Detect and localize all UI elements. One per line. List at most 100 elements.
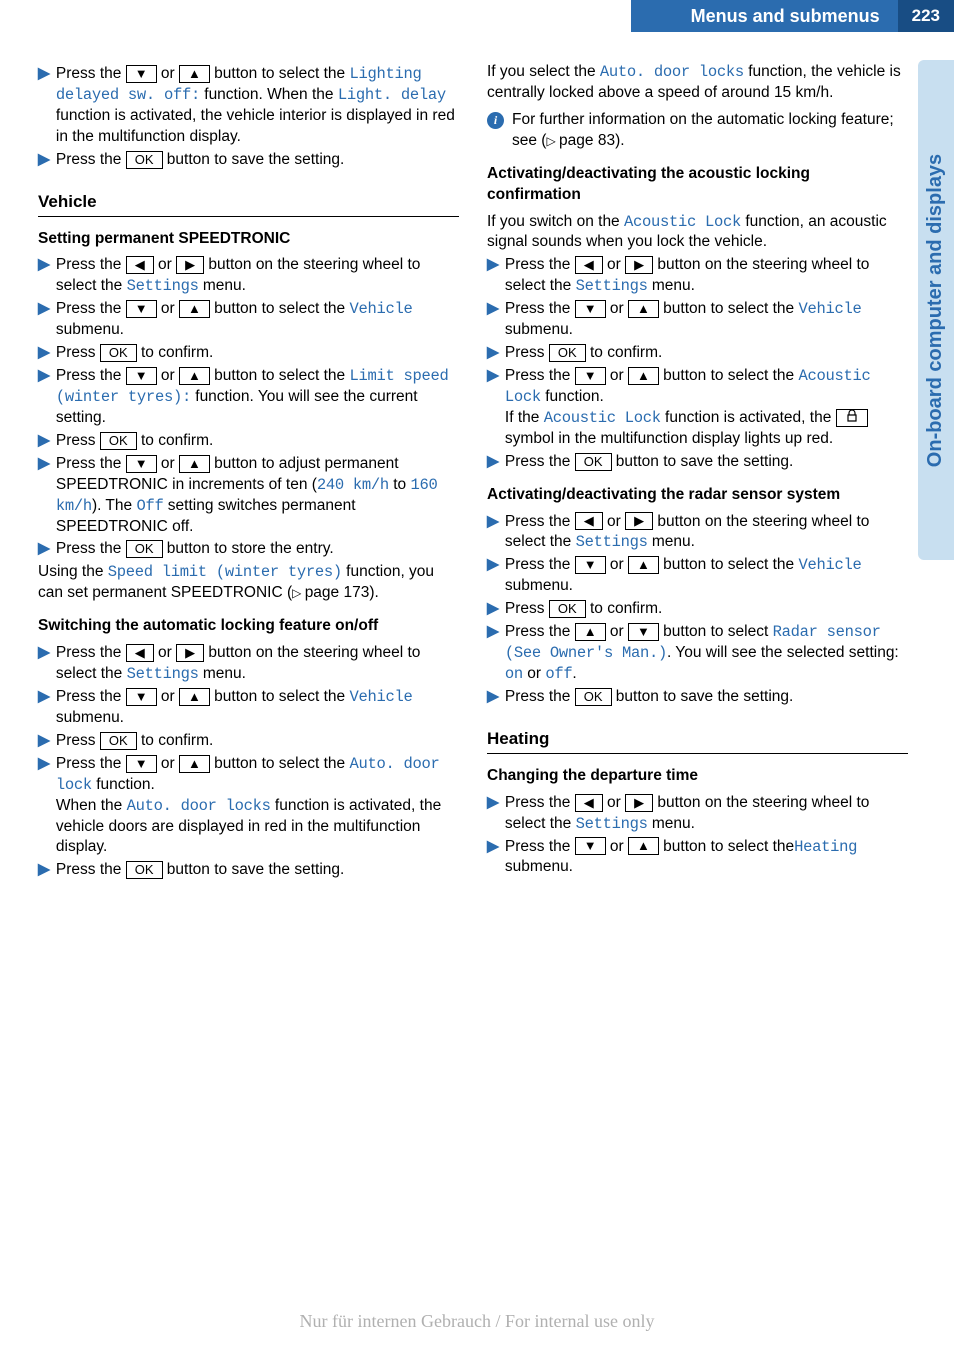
menu-reference: Settings [127, 277, 199, 295]
ok-button-icon: OK [126, 151, 163, 169]
paragraph: Using the Speed limit (winter tyres) fun… [38, 562, 459, 604]
triangle-ref-icon: ▷ [292, 586, 305, 600]
value-reference: off [545, 665, 572, 683]
step-marker-icon: ▶ [487, 622, 499, 685]
ok-button-icon: OK [100, 432, 137, 450]
step-marker-icon: ▶ [487, 555, 499, 597]
down-button-icon: ▼ [575, 556, 606, 574]
subsection-heading: Setting permanent SPEEDTRONIC [38, 229, 459, 250]
down-button-icon: ▼ [628, 623, 659, 641]
instruction-step: ▶ Press the ▼ or ▲ button to adjust perm… [38, 454, 459, 538]
value-reference: Off [136, 497, 163, 515]
step-marker-icon: ▶ [38, 754, 50, 859]
subsection-heading: Changing the departure time [487, 766, 908, 787]
step-marker-icon: ▶ [38, 64, 50, 148]
step-marker-icon: ▶ [38, 539, 50, 560]
up-button-icon: ▲ [628, 837, 659, 855]
subsection-heading: Activating/deactivating the acoustic loc… [487, 164, 908, 206]
ok-button-icon: OK [549, 600, 586, 618]
left-column: ▶ Press the ▼ or ▲ button to select the … [38, 62, 459, 883]
menu-reference: Vehicle [349, 688, 412, 706]
subsection-heading: Switching the automatic locking feature … [38, 616, 459, 637]
instruction-step: ▶ Press the ▲ or ▼ button to select Rada… [487, 622, 908, 685]
step-marker-icon: ▶ [38, 343, 50, 364]
step-marker-icon: ▶ [38, 255, 50, 297]
instruction-step: ▶ Press the ◀ or ▶ button on the steerin… [487, 255, 908, 297]
right-button-icon: ▶ [176, 256, 204, 274]
step-marker-icon: ▶ [38, 150, 50, 171]
instruction-step: ▶ Press the OK button to save the settin… [487, 687, 908, 708]
instruction-step: ▶ Press OK to confirm. [487, 599, 908, 620]
up-button-icon: ▲ [575, 623, 606, 641]
step-marker-icon: ▶ [487, 299, 499, 341]
page-reference: page 83 [559, 132, 615, 149]
side-tab-label: On-board computer and displays [925, 153, 948, 466]
step-marker-icon: ▶ [487, 343, 499, 364]
down-button-icon: ▼ [575, 837, 606, 855]
right-button-icon: ▶ [625, 794, 653, 812]
menu-reference: Settings [576, 533, 648, 551]
step-marker-icon: ▶ [38, 366, 50, 429]
instruction-step: ▶ Press the OK button to save the settin… [38, 860, 459, 881]
down-button-icon: ▼ [126, 65, 157, 83]
paragraph: If you switch on the Acoustic Lock funct… [487, 212, 908, 254]
up-button-icon: ▲ [179, 755, 210, 773]
step-marker-icon: ▶ [38, 454, 50, 538]
right-button-icon: ▶ [176, 644, 204, 662]
menu-reference: Speed limit (winter tyres) [108, 563, 342, 581]
menu-reference: Vehicle [798, 300, 861, 318]
menu-reference: Vehicle [798, 556, 861, 574]
right-button-icon: ▶ [625, 512, 653, 530]
instruction-step: ▶ Press the OK button to store the entry… [38, 539, 459, 560]
info-icon: i [487, 112, 504, 129]
instruction-step: ▶ Press the ◀ or ▶ button on the steerin… [38, 255, 459, 297]
instruction-step: ▶ Press OK to confirm. [38, 731, 459, 752]
step-marker-icon: ▶ [487, 255, 499, 297]
instruction-step: ▶ Press the ▼ or ▲ button to select the … [38, 64, 459, 148]
step-marker-icon: ▶ [487, 687, 499, 708]
step-marker-icon: ▶ [487, 599, 499, 620]
instruction-step: ▶ Press OK to confirm. [38, 343, 459, 364]
info-note: i For further information on the automat… [487, 110, 908, 152]
down-button-icon: ▼ [126, 755, 157, 773]
instruction-step: ▶ Press the ▼ or ▲ button to select the … [487, 299, 908, 341]
up-button-icon: ▲ [179, 455, 210, 473]
left-button-icon: ◀ [575, 512, 603, 530]
lock-symbol-icon [836, 409, 868, 427]
step-marker-icon: ▶ [487, 366, 499, 450]
menu-reference: Acoustic Lock [624, 213, 741, 231]
step-marker-icon: ▶ [38, 860, 50, 881]
instruction-step: ▶ Press the ▼ or ▲ button to select the … [38, 687, 459, 729]
value-reference: 240 km/h [317, 476, 389, 494]
section-heading: Heating [487, 728, 908, 754]
side-tab: On-board computer and displays [918, 60, 954, 560]
instruction-step: ▶ Press the ▼ or ▲ button to select the … [38, 299, 459, 341]
down-button-icon: ▼ [126, 455, 157, 473]
up-button-icon: ▲ [179, 65, 210, 83]
step-marker-icon: ▶ [487, 512, 499, 554]
up-button-icon: ▲ [179, 300, 210, 318]
paragraph: If you select the Auto. door locks funct… [487, 62, 908, 104]
ok-button-icon: OK [100, 732, 137, 750]
triangle-ref-icon: ▷ [546, 134, 559, 148]
ok-button-icon: OK [126, 540, 163, 558]
instruction-step: ▶ Press the OK button to save the settin… [487, 452, 908, 473]
subsection-heading: Activating/deactivating the radar sensor… [487, 485, 908, 506]
ok-button-icon: OK [100, 344, 137, 362]
value-reference: on [505, 665, 523, 683]
page-number: 223 [898, 0, 954, 32]
menu-reference: Settings [576, 815, 648, 833]
content-area: ▶ Press the ▼ or ▲ button to select the … [0, 32, 954, 893]
instruction-step: ▶ Press the ◀ or ▶ button on the steerin… [487, 793, 908, 835]
instruction-step: ▶ Press the OK button to save the settin… [38, 150, 459, 171]
menu-reference: Light. delay [338, 86, 446, 104]
down-button-icon: ▼ [126, 688, 157, 706]
up-button-icon: ▲ [179, 367, 210, 385]
instruction-step: ▶ Press OK to confirm. [38, 431, 459, 452]
instruction-step: ▶ Press the ◀ or ▶ button on the steerin… [487, 512, 908, 554]
instruction-step: ▶ Press the ▼ or ▲ button to select theH… [487, 837, 908, 879]
instruction-step: ▶ Press the ▼ or ▲ button to select the … [487, 366, 908, 450]
ok-button-icon: OK [126, 861, 163, 879]
header-title: Menus and submenus [631, 0, 898, 32]
left-button-icon: ◀ [575, 794, 603, 812]
